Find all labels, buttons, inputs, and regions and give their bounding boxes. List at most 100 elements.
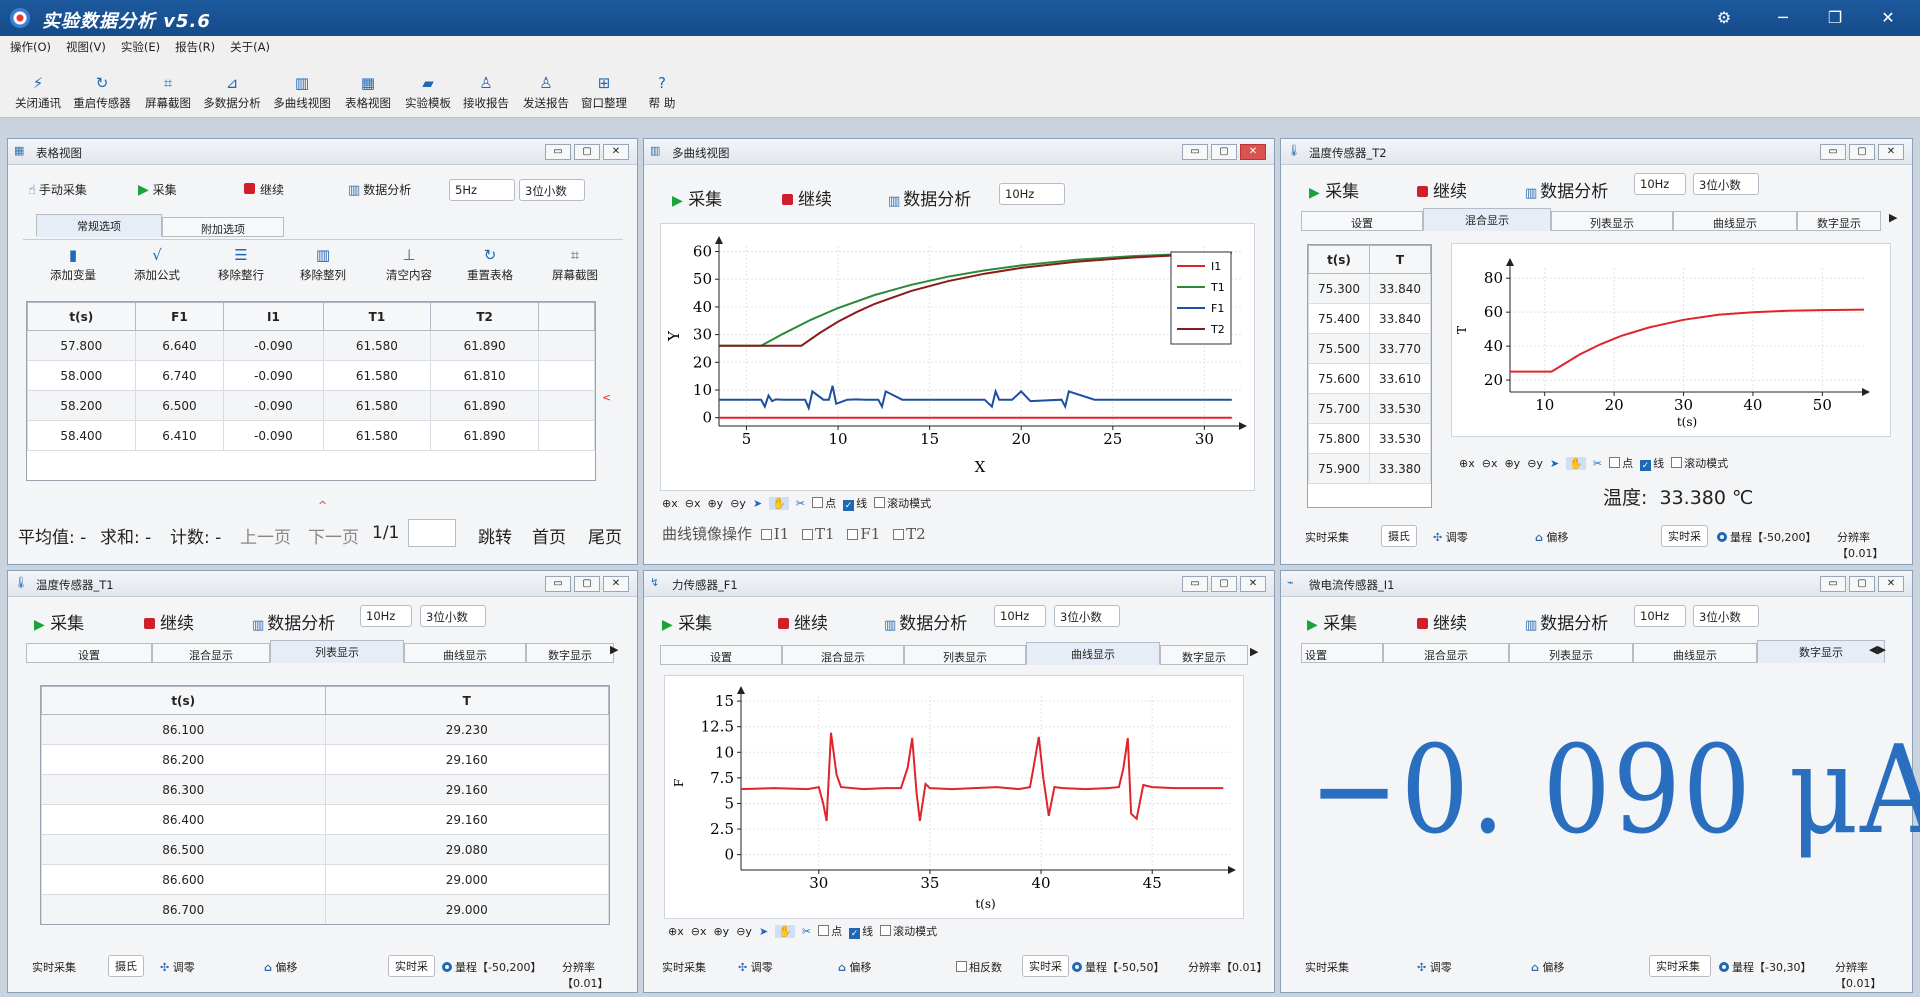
tab-curve[interactable]: 曲线显示 xyxy=(1673,211,1797,231)
table-row[interactable]: 75.500 33.770 xyxy=(1308,333,1431,364)
column-header[interactable] xyxy=(538,302,595,331)
t2-plot[interactable]: 10 20 30 40 50 20 40 60 80 t(s) T xyxy=(1451,243,1891,437)
zoom-in-y-icon[interactable]: ⊕y xyxy=(713,925,729,938)
digits-select[interactable]: 3位小数 xyxy=(1693,605,1759,627)
remove-row-button[interactable]: ☰ 移除整行 xyxy=(211,246,271,283)
table-cell[interactable]: 58.000 xyxy=(27,360,136,391)
line-checkbox[interactable]: ✓ 线 xyxy=(849,923,873,939)
mirror-f1-checkbox[interactable]: F1 xyxy=(847,525,880,543)
zoom-out-y-icon[interactable]: ⊖y xyxy=(730,497,746,510)
zoom-in-y-icon[interactable]: ⊕y xyxy=(707,497,723,510)
table-row[interactable]: 75.800 33.530 xyxy=(1308,423,1431,454)
close-button[interactable]: ✕ xyxy=(1240,576,1266,592)
reset-table-button[interactable]: ↻ 重置表格 xyxy=(460,246,520,283)
screenshot-button[interactable]: ⌗ 屏幕截图 xyxy=(545,246,605,283)
tab-digital[interactable]: 数字显示 xyxy=(1160,645,1248,665)
tab-scroll-arrows-icon[interactable]: ◀▶ xyxy=(1869,643,1886,656)
close-button[interactable]: ✕ xyxy=(1878,144,1904,160)
table-row[interactable]: 58.000 6.740 -0.090 61.580 61.810 xyxy=(27,360,595,391)
restore-button[interactable]: ❐ xyxy=(1823,8,1847,27)
minimize-button[interactable]: ▭ xyxy=(1182,576,1208,592)
table-row[interactable]: 75.400 33.840 xyxy=(1308,303,1431,334)
tab-extra[interactable]: 附加选项 xyxy=(162,217,284,237)
table-cell[interactable]: 33.840 xyxy=(1369,273,1431,304)
prev-page-button[interactable]: 上一页 xyxy=(240,523,291,548)
frequency-select[interactable]: 10Hz xyxy=(360,605,412,627)
table-row[interactable]: 86.100 29.230 xyxy=(41,714,609,745)
scroll-mode-checkbox[interactable]: 滚动模式 xyxy=(1671,455,1728,471)
table-cell[interactable]: 61.580 xyxy=(322,390,432,421)
table-cell[interactable] xyxy=(538,390,595,421)
table-cell[interactable]: 75.800 xyxy=(1308,423,1370,454)
table-cell[interactable] xyxy=(538,330,595,361)
digits-select[interactable]: 3位小数 xyxy=(1693,173,1759,195)
table-row[interactable]: 57.800 6.640 -0.090 61.580 61.890 xyxy=(27,330,595,361)
table-row[interactable]: 86.700 29.000 xyxy=(41,894,609,924)
continue-button[interactable]: 继续 xyxy=(1417,609,1467,634)
table-cell[interactable]: 33.530 xyxy=(1369,393,1431,424)
tab-mixed[interactable]: 混合显示 xyxy=(1423,208,1551,231)
help-button[interactable]: ? 帮 助 xyxy=(626,74,698,111)
tab-mixed[interactable]: 混合显示 xyxy=(152,643,270,663)
tab-settings[interactable]: 设置 xyxy=(660,645,782,665)
tab-list[interactable]: 列表显示 xyxy=(1509,643,1633,663)
zoom-in-y-icon[interactable]: ⊕y xyxy=(1504,457,1520,470)
table-cell[interactable]: 61.580 xyxy=(322,420,432,451)
zero-button[interactable]: ✣ 调零 xyxy=(1433,529,1468,545)
table-row[interactable]: 86.300 29.160 xyxy=(41,774,609,805)
close-button[interactable]: ✕ xyxy=(603,144,629,160)
multi-analysis-button[interactable]: ⊿ 多数据分析 xyxy=(196,74,268,111)
scroll-mode-checkbox[interactable]: 滚动模式 xyxy=(874,495,931,511)
minimize-button[interactable]: ▭ xyxy=(1820,144,1846,160)
table-cell[interactable]: 75.600 xyxy=(1308,363,1370,394)
zoom-in-x-icon[interactable]: ⊕x xyxy=(668,925,684,938)
table-cell[interactable]: 33.530 xyxy=(1369,423,1431,454)
close-button[interactable]: ✕ xyxy=(1878,576,1904,592)
column-header[interactable]: t(s) xyxy=(1308,245,1370,274)
remove-column-button[interactable]: ▥ 移除整列 xyxy=(293,246,353,283)
minimize-button[interactable]: ▭ xyxy=(545,576,571,592)
page-input[interactable] xyxy=(408,519,456,547)
mirror-i1-checkbox[interactable]: I1 xyxy=(760,525,789,543)
minimize-button[interactable]: ▭ xyxy=(1820,576,1846,592)
offset-button[interactable]: ⌂ 偏移 xyxy=(1531,959,1564,975)
menu-experiment[interactable]: 实验(E) xyxy=(111,36,165,55)
table-cell[interactable]: 86.600 xyxy=(41,864,326,895)
expand-arrow-icon[interactable]: ^ xyxy=(318,499,327,512)
table-cell[interactable]: 58.400 xyxy=(27,420,136,451)
tab-list[interactable]: 列表显示 xyxy=(270,640,404,663)
digits-select[interactable]: 3位小数 xyxy=(519,179,585,201)
mode-select[interactable]: 实时采 xyxy=(1661,525,1708,547)
next-page-button[interactable]: 下一页 xyxy=(308,523,359,548)
maximize-button[interactable]: ▢ xyxy=(574,144,600,160)
table-cell[interactable]: 86.400 xyxy=(41,804,326,835)
manual-collect-button[interactable]: ☝ 手动采集 xyxy=(28,181,87,198)
add-formula-button[interactable]: √ 添加公式 xyxy=(127,246,187,283)
last-page-button[interactable]: 尾页 xyxy=(588,523,622,548)
tab-mixed[interactable]: 混合显示 xyxy=(782,645,904,665)
column-header[interactable]: T xyxy=(1369,245,1431,274)
mode-select[interactable]: 实时采集 xyxy=(1649,955,1711,977)
cursor-icon[interactable]: ➤ xyxy=(753,497,762,510)
mode-select[interactable]: 实时采 xyxy=(388,955,435,977)
minimize-button[interactable]: ▭ xyxy=(545,144,571,160)
close-button[interactable]: ✕ xyxy=(1240,144,1266,160)
multi-curve-plot[interactable]: 5 10 15 20 25 30 0 10 20 30 40 50 60 X Y I1 T1 F1 T2 xyxy=(660,223,1255,491)
table-cell[interactable]: 61.890 xyxy=(430,420,539,451)
zoom-in-x-icon[interactable]: ⊕x xyxy=(662,497,678,510)
zoom-out-x-icon[interactable]: ⊖x xyxy=(1482,457,1498,470)
table-cell[interactable]: 33.610 xyxy=(1369,363,1431,394)
zoom-out-y-icon[interactable]: ⊖y xyxy=(1527,457,1543,470)
zoom-out-x-icon[interactable]: ⊖x xyxy=(685,497,701,510)
frequency-select[interactable]: 10Hz xyxy=(994,605,1046,627)
column-header[interactable]: t(s) xyxy=(27,302,136,331)
continue-button[interactable]: 继续 xyxy=(778,609,828,634)
continue-button[interactable]: 继续 xyxy=(144,609,194,634)
offset-button[interactable]: ⌂ 偏移 xyxy=(838,959,871,975)
unit-select[interactable]: 摄氏 xyxy=(108,955,144,977)
column-header[interactable]: T xyxy=(324,686,609,715)
column-header[interactable]: T1 xyxy=(322,302,432,331)
table-row[interactable]: 58.200 6.500 -0.090 61.580 61.890 xyxy=(27,390,595,421)
table-row[interactable]: 86.400 29.160 xyxy=(41,804,609,835)
continue-button[interactable]: 继续 xyxy=(782,185,832,210)
